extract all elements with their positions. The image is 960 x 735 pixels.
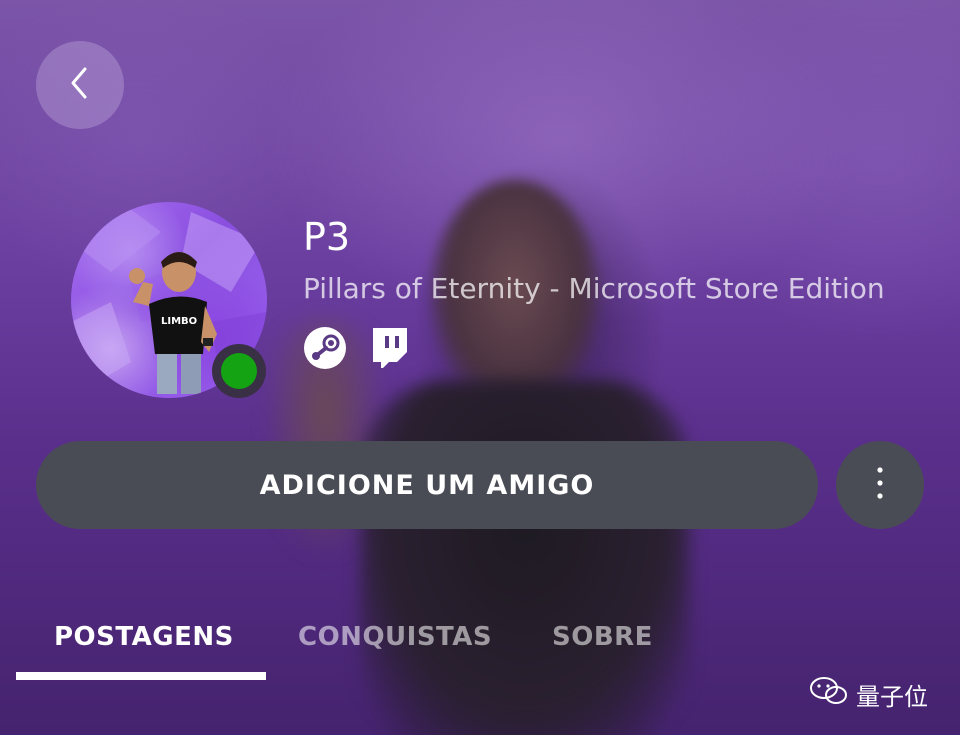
twitch-icon [369, 326, 409, 374]
watermark-text: 量子位 [856, 682, 928, 711]
watermark: 量子位 [810, 676, 928, 712]
presence-indicator [212, 344, 266, 398]
online-status-dot [221, 353, 257, 389]
more-options-button[interactable] [836, 441, 924, 529]
tab-conquistas[interactable]: CONQUISTAS [298, 612, 492, 662]
add-friend-label: ADICIONE UM AMIGO [259, 469, 595, 501]
steam-link[interactable] [303, 326, 347, 374]
tab-sobre[interactable]: SOBRE [552, 612, 653, 662]
now-playing-title: Pillars of Eternity - Microsoft Store Ed… [303, 272, 885, 305]
gamertag: P3 [303, 215, 351, 259]
tab-postagens[interactable]: POSTAGENS [54, 612, 234, 662]
social-links [303, 326, 411, 374]
back-button[interactable] [36, 41, 124, 129]
more-vertical-icon [876, 466, 884, 504]
back-chevron-icon [68, 66, 92, 104]
avatar-shirt-text: LIMBO [161, 316, 197, 327]
profile-tabs: POSTAGENS CONQUISTAS SOBRE [0, 612, 960, 682]
wechat-icon [810, 676, 848, 712]
steam-icon [303, 326, 347, 374]
twitch-link[interactable] [367, 328, 411, 372]
active-tab-indicator [16, 672, 266, 680]
add-friend-button[interactable]: ADICIONE UM AMIGO [36, 441, 818, 529]
